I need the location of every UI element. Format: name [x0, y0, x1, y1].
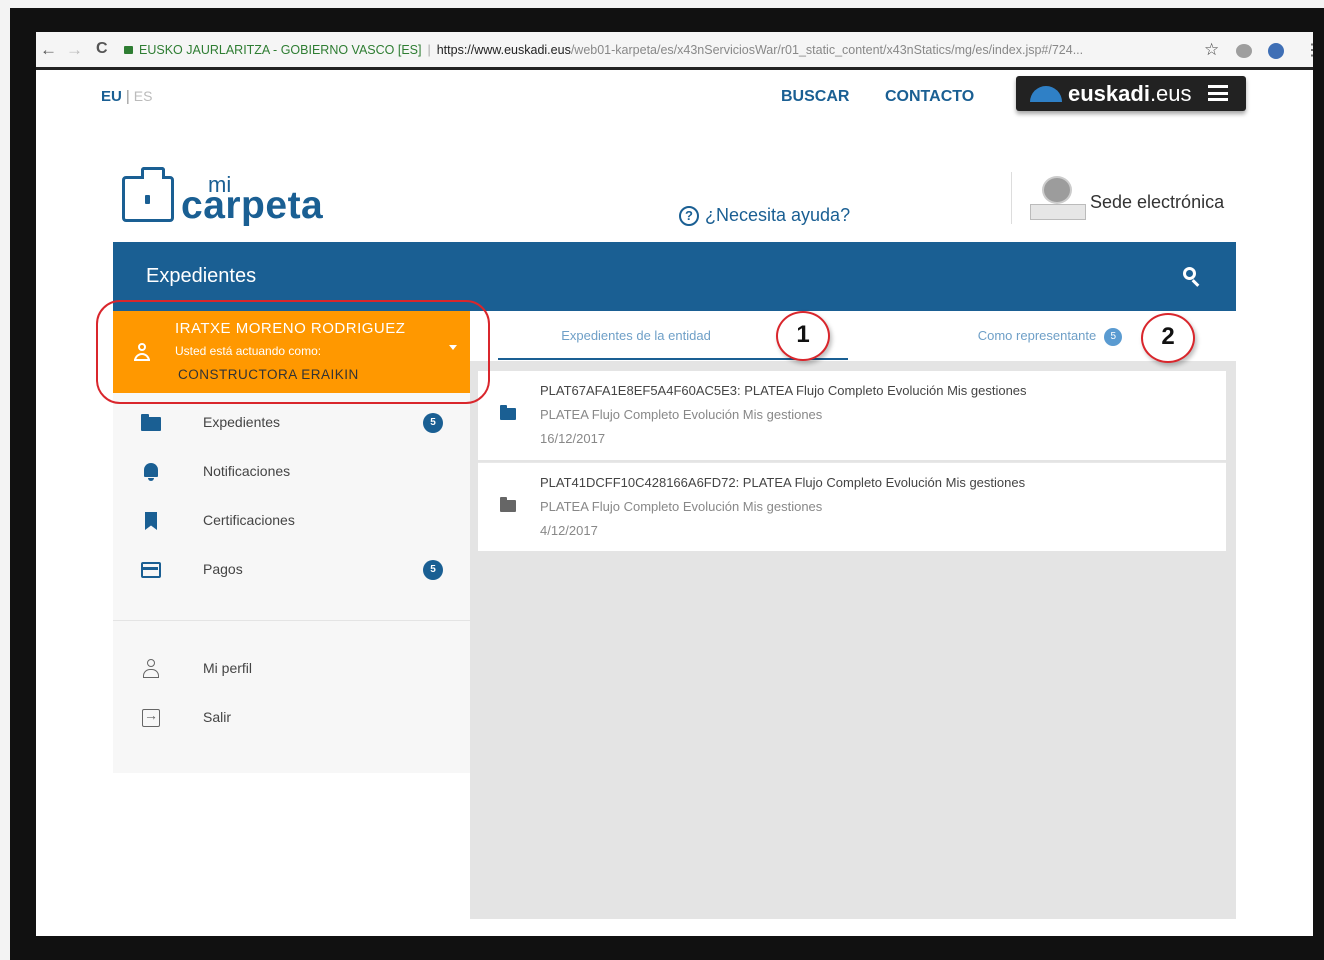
contacto-link[interactable]: CONTACTO: [885, 88, 974, 106]
address-bar[interactable]: EUSKO JAURLARITZA - GOBIERNO VASCO [ES] |…: [124, 38, 1230, 62]
folder-shape: [141, 414, 161, 431]
search-icon-handle: [1191, 279, 1200, 287]
count-badge: 5: [1104, 328, 1123, 346]
tab-bar: Expedientes de la entidad Como represent…: [470, 311, 1236, 361]
search-icon-ring: [1183, 267, 1196, 280]
folder-icon: [500, 405, 516, 420]
credit-card-icon: [141, 560, 161, 580]
buscar-link[interactable]: BUSCAR: [781, 88, 849, 106]
sidebar-item-salir[interactable]: Salir: [113, 698, 470, 738]
euskadi-logo-text: euskadi.eus: [1068, 81, 1192, 107]
lang-es-link[interactable]: ES: [134, 88, 153, 104]
lock-icon: [124, 45, 133, 54]
case-subtitle: PLATEA Flujo Completo Evolución Mis gest…: [540, 499, 823, 514]
question-circle-icon: ?: [679, 206, 699, 226]
euskadi-logo-domain: .eus: [1149, 81, 1192, 106]
language-switcher: EU | ES: [101, 88, 152, 105]
folder-lock-logo-icon: [122, 167, 174, 222]
extension-globe-icon[interactable]: [1268, 43, 1284, 59]
sidebar-item-certificaciones[interactable]: Certificaciones: [113, 501, 470, 541]
case-card[interactable]: PLAT41DCFF10C428166A6FD72: PLATEA Flujo …: [478, 462, 1226, 551]
bell-icon: [141, 462, 161, 482]
tab-label: Como representante: [977, 328, 1097, 343]
sidebar-item-label: Notificaciones: [203, 463, 291, 479]
browser-menu-icon[interactable]: ⋮: [1304, 40, 1313, 60]
tab-expedientes-entidad[interactable]: Expedientes de la entidad: [498, 311, 774, 361]
site-identity: EUSKO JAURLARITZA - GOBIERNO VASCO [ES]: [139, 43, 422, 57]
logo-carpeta-text: carpeta: [181, 184, 324, 227]
sidebar-item-label: Certificaciones: [203, 512, 295, 528]
annotation-marker-2: 2: [1141, 313, 1195, 363]
folder-icon: [141, 413, 161, 433]
lang-eu-link[interactable]: EU: [101, 88, 122, 105]
main-content: Expedientes de la entidad Como represent…: [470, 311, 1236, 919]
person-head: [147, 659, 155, 667]
case-date: 4/12/2017: [540, 523, 598, 538]
emblem-plaque: [1030, 204, 1086, 220]
sidebar-item-label: Salir: [203, 709, 232, 725]
back-arrow-icon[interactable]: ←: [40, 40, 57, 60]
sidebar-item-label: Mi perfil: [203, 660, 253, 676]
person-body: [143, 669, 159, 678]
count-badge: 5: [423, 413, 443, 433]
url-path: /web01-karpeta/es/x43nServiciosWar/r01_s…: [570, 43, 1084, 57]
case-title: PLAT41DCFF10C428166A6FD72: PLATEA Flujo …: [540, 475, 1026, 490]
browser-toolbar: ← → C EUSKO JAURLARITZA - GOBIERNO VASCO…: [36, 32, 1313, 70]
bookmark-shape: [145, 512, 157, 530]
reload-icon[interactable]: C: [96, 40, 108, 58]
count-badge: 5: [423, 560, 443, 580]
help-link[interactable]: ? ¿Necesita ayuda?: [679, 205, 850, 226]
url-host: https://www.euskadi.eus: [436, 43, 571, 57]
forward-arrow-icon[interactable]: →: [66, 40, 83, 60]
logout-shape: [142, 707, 160, 727]
sede-electronica-link[interactable]: Sede electrónica: [1090, 192, 1224, 213]
hamburger-menu-icon: [1208, 85, 1228, 101]
euskadi-menu-button[interactable]: euskadi.eus: [1016, 76, 1246, 111]
sidebar-item-expedientes[interactable]: Expedientes 5: [113, 403, 470, 443]
case-title: PLAT67AFA1E8EF5A4F60AC5E3: PLATEA Flujo …: [540, 383, 1027, 398]
annotation-marker-1: 1: [776, 311, 830, 361]
case-subtitle: PLATEA Flujo Completo Evolución Mis gest…: [540, 407, 823, 422]
address-separator: |: [427, 43, 431, 57]
tab-label: Expedientes de la entidad: [561, 328, 711, 343]
user-context-highlight: [96, 300, 490, 404]
search-icon[interactable]: [1183, 267, 1201, 287]
case-card[interactable]: PLAT67AFA1E8EF5A4F60AC5E3: PLATEA Flujo …: [478, 371, 1226, 460]
case-date: 16/12/2017: [540, 431, 606, 446]
section-title: Expedientes: [146, 265, 257, 287]
sidebar-item-notificaciones[interactable]: Notificaciones: [113, 452, 470, 492]
sidebar-divider: [113, 620, 470, 621]
sidebar-item-label: Pagos: [203, 561, 243, 577]
bookmark-star-icon[interactable]: ☆: [1204, 40, 1219, 60]
lang-separator: |: [125, 88, 130, 105]
extension-icon[interactable]: [1236, 44, 1252, 58]
browser-window: ← → C EUSKO JAURLARITZA - GOBIERNO VASCO…: [36, 32, 1313, 936]
euskadi-logo-icon: [1030, 86, 1062, 102]
person-icon: [141, 659, 161, 679]
sidebar-item-mi-perfil[interactable]: Mi perfil: [113, 649, 470, 689]
basque-government-emblem-icon: [1030, 174, 1086, 222]
help-label: ¿Necesita ayuda?: [705, 205, 851, 225]
emblem-crest: [1042, 176, 1072, 204]
folder-icon: [500, 497, 516, 512]
person-shape: [143, 659, 159, 679]
bookmark-icon: [141, 511, 161, 531]
sidebar-item-label: Expedientes: [203, 414, 281, 430]
sidebar-item-pagos[interactable]: Pagos 5: [113, 550, 470, 590]
tab-como-representante[interactable]: Como representante 5: [930, 311, 1170, 361]
logout-icon: [141, 707, 161, 728]
header-divider: [1011, 172, 1012, 224]
bell-shape: [144, 463, 158, 481]
credit-card-shape: [141, 562, 161, 578]
euskadi-logo-bold: euskadi: [1068, 81, 1150, 106]
